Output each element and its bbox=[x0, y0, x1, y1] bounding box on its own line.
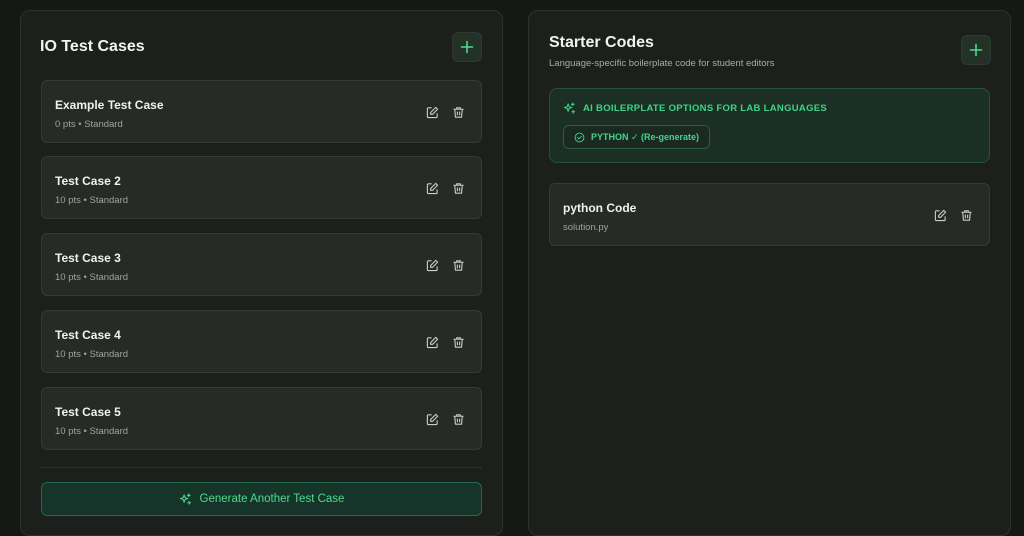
sparkle-icon bbox=[563, 102, 576, 114]
trash-icon bbox=[452, 259, 464, 271]
edit-icon bbox=[934, 209, 946, 221]
sparkle-icon bbox=[179, 492, 191, 505]
starter-codes-panel: Starter Codes Language-specific boilerpl… bbox=[528, 10, 1011, 536]
test-case-title: Example Test Case bbox=[55, 98, 164, 112]
plus-icon bbox=[969, 43, 983, 57]
test-case-meta: 10 pts • Standard bbox=[55, 272, 129, 283]
delete-test-case-button[interactable] bbox=[450, 257, 466, 273]
edit-icon bbox=[426, 259, 438, 271]
ai-boilerplate-heading: AI BOILERPLATE OPTIONS FOR LAB LANGUAGES bbox=[583, 103, 828, 114]
test-case-card[interactable]: Test Case 4 10 pts • Standard bbox=[41, 310, 482, 373]
io-test-cases-panel: IO Test Cases Example Test Case 0 pts • … bbox=[20, 10, 503, 536]
trash-icon bbox=[452, 413, 464, 425]
language-option-label: PYTHON ✓ (Re-generate) bbox=[591, 131, 700, 142]
delete-starter-code-button[interactable] bbox=[958, 207, 974, 223]
test-case-card[interactable]: Test Case 2 10 pts • Standard bbox=[41, 156, 482, 219]
edit-test-case-button[interactable] bbox=[424, 104, 440, 120]
trash-icon bbox=[452, 182, 464, 194]
edit-test-case-button[interactable] bbox=[424, 411, 440, 427]
delete-test-case-button[interactable] bbox=[450, 411, 466, 427]
test-case-meta: 0 pts • Standard bbox=[55, 119, 123, 130]
plus-icon bbox=[460, 40, 474, 54]
edit-starter-code-button[interactable] bbox=[932, 207, 948, 223]
test-case-title: Test Case 5 bbox=[55, 405, 121, 419]
test-case-card[interactable]: Test Case 5 10 pts • Standard bbox=[41, 387, 482, 450]
ai-boilerplate-header: AI BOILERPLATE OPTIONS FOR LAB LANGUAGES bbox=[563, 102, 827, 115]
trash-icon bbox=[452, 106, 464, 118]
test-case-card[interactable]: Test Case 3 10 pts • Standard bbox=[41, 233, 482, 296]
check-circle-icon bbox=[574, 132, 585, 142]
test-case-meta: 10 pts • Standard bbox=[55, 426, 129, 437]
test-case-title: Test Case 2 bbox=[55, 174, 121, 188]
delete-test-case-button[interactable] bbox=[450, 334, 466, 350]
generate-test-case-label: Generate Another Test Case bbox=[199, 493, 345, 505]
add-starter-code-button[interactable] bbox=[961, 35, 991, 65]
panel-subtitle: Language-specific boilerplate code for s… bbox=[549, 58, 775, 69]
delete-test-case-button[interactable] bbox=[450, 180, 466, 196]
edit-icon bbox=[426, 106, 438, 118]
trash-icon bbox=[960, 209, 972, 221]
test-case-meta: 10 pts • Standard bbox=[55, 349, 129, 360]
starter-code-filename: solution.py bbox=[563, 222, 609, 233]
edit-test-case-button[interactable] bbox=[424, 180, 440, 196]
language-option-python[interactable]: PYTHON ✓ (Re-generate) bbox=[563, 125, 711, 149]
edit-icon bbox=[426, 413, 438, 425]
starter-code-title: python Code bbox=[563, 201, 637, 215]
edit-icon bbox=[426, 336, 438, 348]
test-case-meta: 10 pts • Standard bbox=[55, 195, 129, 206]
trash-icon bbox=[452, 336, 464, 348]
edit-test-case-button[interactable] bbox=[424, 257, 440, 273]
add-test-case-button[interactable] bbox=[452, 32, 482, 62]
test-case-title: Test Case 3 bbox=[55, 251, 121, 265]
delete-test-case-button[interactable] bbox=[450, 104, 466, 120]
test-case-title: Test Case 4 bbox=[55, 328, 121, 342]
starter-code-card[interactable]: python Code solution.py bbox=[549, 183, 990, 246]
generate-test-case-button[interactable]: Generate Another Test Case bbox=[41, 482, 482, 516]
divider bbox=[41, 467, 482, 468]
panel-title: IO Test Cases bbox=[40, 38, 145, 55]
edit-icon bbox=[426, 182, 438, 194]
test-case-card[interactable]: Example Test Case 0 pts • Standard bbox=[41, 80, 482, 143]
edit-test-case-button[interactable] bbox=[424, 334, 440, 350]
ai-boilerplate-box: AI BOILERPLATE OPTIONS FOR LAB LANGUAGES… bbox=[549, 88, 990, 163]
panel-title: Starter Codes bbox=[549, 34, 654, 51]
